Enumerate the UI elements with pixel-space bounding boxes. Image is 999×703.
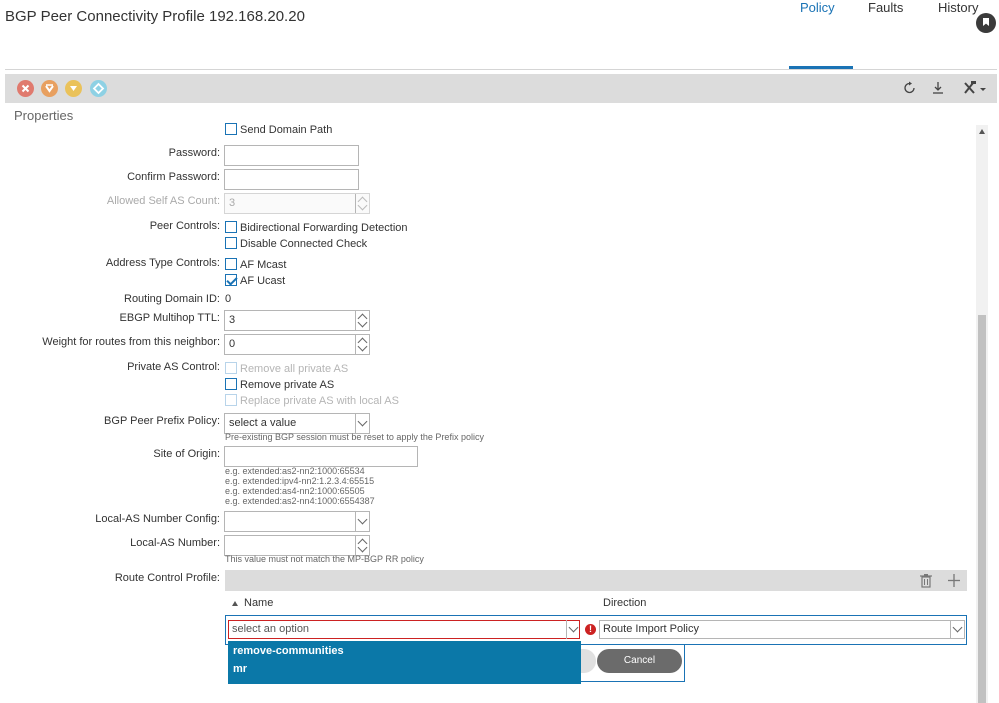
route-profile-dropdown: remove-communities mr [228, 641, 581, 684]
route-direction-select[interactable]: Route Import Policy [599, 620, 965, 639]
prefix-policy-label: BGP Peer Prefix Policy: [104, 415, 220, 427]
column-header-direction[interactable]: Direction [603, 597, 646, 609]
ebgp-ttl-value: 3 [229, 314, 236, 326]
tab-divider [5, 69, 997, 70]
allowed-self-as-stepper: 3 [224, 193, 370, 214]
ebgp-ttl-label: EBGP Multihop TTL: [119, 312, 220, 324]
refresh-icon[interactable] [901, 79, 919, 97]
tools-icon[interactable] [961, 79, 987, 97]
prefix-policy-value: select a value [229, 417, 297, 429]
local-as-number-label: Local-AS Number: [130, 537, 220, 549]
local-as-config-select[interactable] [224, 511, 370, 532]
add-icon[interactable] [947, 573, 961, 588]
chevron-down-icon[interactable] [355, 414, 369, 433]
weight-label: Weight for routes from this neighbor: [42, 336, 220, 348]
scroll-thumb[interactable] [978, 315, 986, 703]
tab-policy[interactable]: Policy [800, 0, 835, 15]
ebgp-ttl-stepper[interactable]: 3 [224, 310, 370, 331]
dropdown-option-remove-communities[interactable]: remove-communities [233, 645, 344, 657]
remove-private-as-label: Remove private AS [240, 379, 335, 391]
af-mcast-checkbox[interactable] [225, 258, 237, 270]
route-profile-name-select[interactable]: select an option [228, 620, 580, 639]
af-ucast-label: AF Ucast [240, 275, 286, 287]
warning-fault-icon[interactable] [90, 80, 107, 97]
site-origin-hint: e.g. extended:as2-nn2:1000:65534 [225, 466, 365, 476]
private-as-label: Private AS Control: [127, 361, 220, 373]
route-control-toolbar [225, 570, 967, 591]
stepper-arrows-icon [355, 194, 369, 213]
scroll-up-icon[interactable] [979, 129, 985, 134]
local-as-number-stepper[interactable] [224, 535, 370, 556]
sort-ascending-icon[interactable] [232, 601, 238, 606]
route-direction-value: Route Import Policy [603, 623, 699, 635]
section-label: Properties [14, 108, 74, 123]
critical-fault-icon[interactable] [17, 80, 34, 97]
site-origin-hint: e.g. extended:as2-nn4:1000:6554387 [225, 496, 375, 506]
bfd-label: Bidirectional Forwarding Detection [240, 222, 408, 234]
password-input[interactable] [224, 145, 359, 166]
address-type-label: Address Type Controls: [105, 257, 220, 269]
replace-private-as-checkbox [225, 394, 237, 406]
scrollbar[interactable] [976, 125, 988, 703]
prefix-policy-select[interactable]: select a value [224, 413, 370, 434]
weight-stepper[interactable]: 0 [224, 334, 370, 355]
site-origin-input[interactable] [224, 446, 418, 467]
af-ucast-checkbox[interactable] [225, 274, 237, 286]
tab-faults[interactable]: Faults [868, 0, 903, 15]
af-mcast-label: AF Mcast [240, 259, 287, 271]
weight-value: 0 [229, 338, 236, 350]
minor-fault-icon[interactable] [65, 80, 82, 97]
chevron-down-icon[interactable] [355, 512, 369, 531]
bookmark-icon[interactable] [976, 13, 996, 33]
bfd-checkbox[interactable] [225, 221, 237, 233]
replace-private-as-label: Replace private AS with local AS [240, 395, 399, 407]
cancel-button[interactable]: Cancel [597, 649, 682, 673]
disable-connected-check-label: Disable Connected Check [240, 238, 368, 250]
send-domain-path-label: Send Domain Path [240, 124, 333, 136]
routing-domain-label: Routing Domain ID: [124, 293, 220, 305]
peer-controls-label: Peer Controls: [149, 220, 220, 232]
route-control-label: Route Control Profile: [114, 572, 220, 584]
disable-connected-check-checkbox[interactable] [225, 237, 237, 249]
major-fault-icon[interactable] [41, 80, 58, 97]
routing-domain-value: 0 [225, 293, 232, 305]
tab-history[interactable]: History [938, 0, 978, 15]
local-as-number-hint: This value must not match the MP-BGP RR … [225, 554, 424, 564]
local-as-config-label: Local-AS Number Config: [95, 513, 220, 525]
site-origin-hint: e.g. extended:ipv4-nn2:1.2.3.4:65515 [225, 476, 375, 486]
remove-all-private-as-label: Remove all private AS [240, 363, 349, 375]
stepper-arrows-icon[interactable] [355, 311, 369, 330]
allowed-self-as-value: 3 [229, 197, 236, 209]
password-label: Password: [168, 147, 220, 159]
chevron-down-icon[interactable] [566, 620, 580, 639]
confirm-password-label: Confirm Password: [127, 171, 220, 183]
remove-all-private-as-checkbox [225, 362, 237, 374]
site-origin-hint: e.g. extended:as4-nn2:1000:65505 [225, 486, 365, 496]
page-title: BGP Peer Connectivity Profile 192.168.20… [5, 8, 305, 25]
error-icon: ! [585, 624, 596, 635]
dropdown-option-mr[interactable]: mr [233, 663, 247, 675]
prefix-policy-hint: Pre-existing BGP session must be reset t… [225, 432, 484, 442]
stepper-arrows-icon[interactable] [355, 536, 369, 555]
send-domain-path-checkbox[interactable] [225, 123, 237, 135]
toolbar [5, 74, 997, 103]
column-header-name[interactable]: Name [244, 597, 273, 609]
chevron-down-icon[interactable] [950, 621, 964, 638]
allowed-self-as-label: Allowed Self AS Count: [106, 195, 220, 207]
remove-private-as-checkbox[interactable] [225, 378, 237, 390]
stepper-arrows-icon[interactable] [355, 335, 369, 354]
trash-icon[interactable] [919, 573, 933, 588]
confirm-password-input[interactable] [224, 169, 359, 190]
download-icon[interactable] [929, 79, 947, 97]
site-origin-label: Site of Origin: [153, 448, 220, 460]
